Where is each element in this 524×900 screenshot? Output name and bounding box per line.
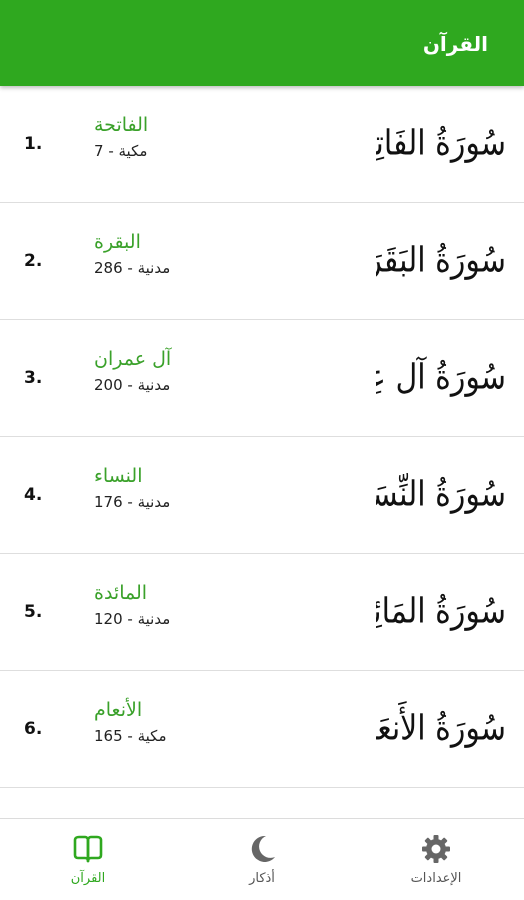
surah-info: المائدة مدنية - 120 — [94, 582, 170, 628]
surah-number: 1. — [24, 134, 43, 154]
surah-meta: مدنية - 200 — [94, 376, 171, 394]
surah-calligraphy: سُورَةُ النِّسَاءِ — [376, 474, 506, 515]
surah-name: النساء — [94, 465, 143, 487]
surah-row[interactable]: 3. آل عمران مدنية - 200 سُورَةُ آل عِمرَ… — [0, 320, 524, 437]
nav-quran-label: القرآن — [70, 871, 106, 886]
surah-info: الفاتحة مكية - 7 — [94, 114, 148, 160]
surah-number: 4. — [24, 485, 43, 505]
book-open-icon — [73, 835, 103, 863]
nav-quran[interactable]: القرآن — [28, 819, 148, 900]
nav-settings[interactable]: الإعدادات — [376, 819, 496, 900]
surah-number: 6. — [24, 719, 43, 739]
surah-number: 3. — [24, 368, 43, 388]
gear-icon — [422, 835, 450, 863]
surah-meta: مدنية - 176 — [94, 493, 171, 511]
app-bar: القرآن — [0, 0, 524, 86]
surah-calligraphy: سُورَةُ البَقَرَةِ — [376, 240, 506, 281]
surah-calligraphy: سُورَةُ آل عِمرَان — [376, 357, 506, 398]
surah-name: آل عمران — [94, 348, 172, 370]
surah-row[interactable]: 5. المائدة مدنية - 120 سُورَةُ المَائِدَ… — [0, 554, 524, 671]
surah-meta: مكية - 7 — [94, 142, 148, 160]
app-title: القرآن — [422, 32, 488, 56]
surah-name: الفاتحة — [94, 114, 149, 136]
surah-calligraphy: سُورَةُ المَائِدَةِ — [376, 591, 506, 632]
surah-number: 2. — [24, 251, 43, 271]
bottom-navigation: القرآن أذكار الإعدادات — [0, 818, 524, 900]
surah-name: البقرة — [94, 231, 141, 253]
surah-row[interactable]: 1. الفاتحة مكية - 7 سُورَةُ الفَاتِحَةِ — [0, 86, 524, 203]
surah-info: آل عمران مدنية - 200 — [94, 348, 171, 394]
surah-meta: مدنية - 286 — [94, 259, 171, 277]
surah-calligraphy: سُورَةُ الأَنعَامِ — [376, 708, 506, 749]
surah-row[interactable]: 6. الأنعام مكية - 165 سُورَةُ الأَنعَامِ — [0, 671, 524, 788]
surah-name: الأنعام — [94, 699, 143, 721]
nav-adhkar[interactable]: أذكار — [202, 819, 322, 900]
nav-settings-label: الإعدادات — [410, 871, 462, 886]
surah-name: المائدة — [94, 582, 148, 604]
surah-row-partial[interactable] — [0, 788, 524, 818]
surah-meta: مدنية - 120 — [94, 610, 171, 628]
crescent-moon-icon — [251, 835, 275, 862]
surah-info: الأنعام مكية - 165 — [94, 699, 166, 745]
nav-adhkar-label: أذكار — [249, 871, 275, 886]
surah-number: 5. — [24, 602, 43, 622]
surah-info: النساء مدنية - 176 — [94, 465, 170, 511]
surah-row[interactable]: 4. النساء مدنية - 176 سُورَةُ النِّسَاءِ — [0, 437, 524, 554]
surah-row[interactable]: 2. البقرة مدنية - 286 سُورَةُ البَقَرَةِ — [0, 203, 524, 320]
surah-meta: مكية - 165 — [94, 727, 167, 745]
surah-list[interactable]: 1. الفاتحة مكية - 7 سُورَةُ الفَاتِحَةِ … — [0, 86, 524, 818]
surah-calligraphy: سُورَةُ الفَاتِحَةِ — [376, 123, 506, 164]
surah-info: البقرة مدنية - 286 — [94, 231, 170, 277]
